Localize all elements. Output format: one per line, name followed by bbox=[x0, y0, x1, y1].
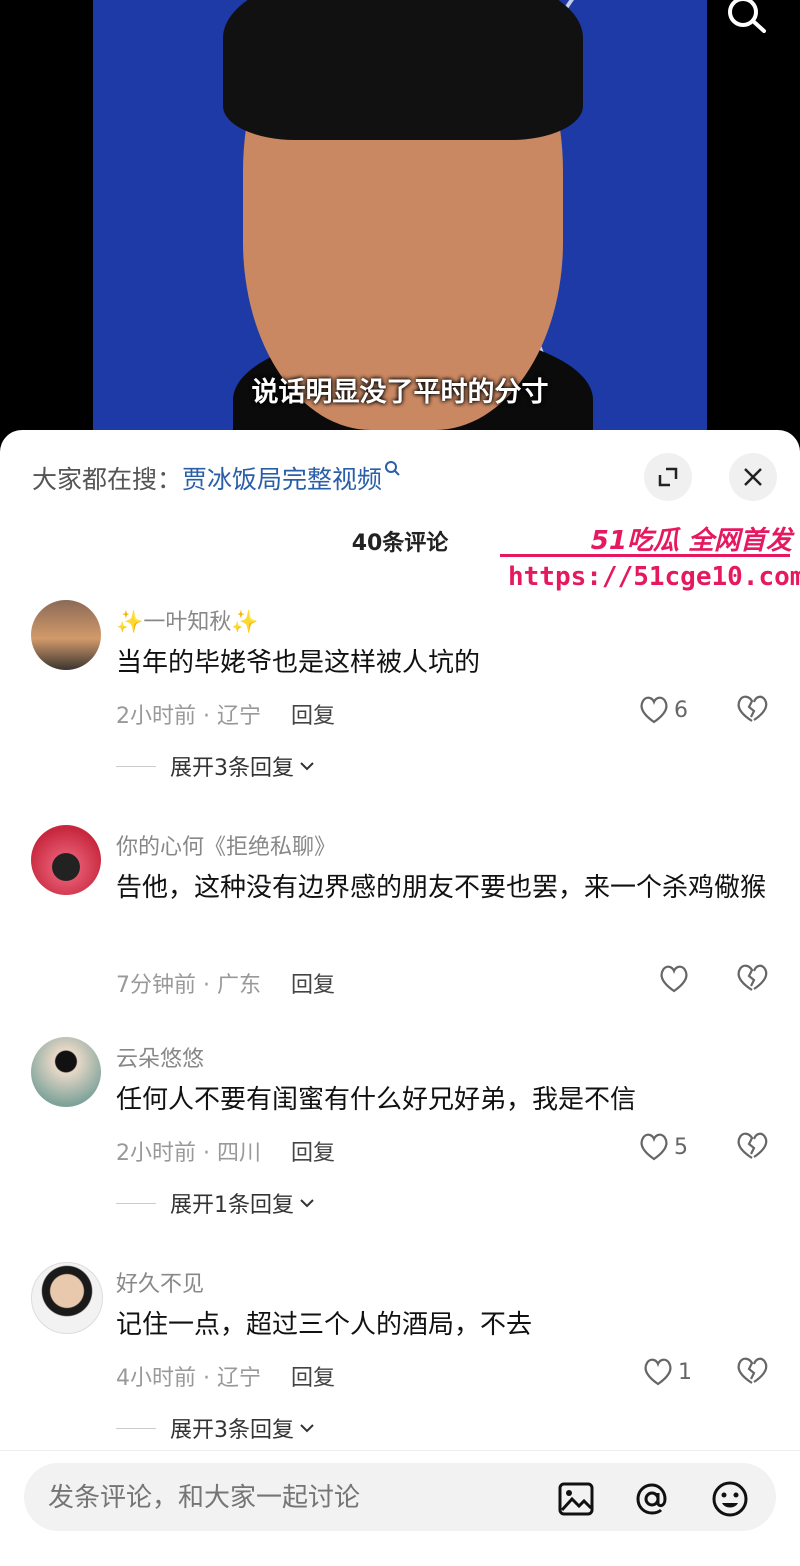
expand-replies-button[interactable]: 展开1条回复 bbox=[116, 1187, 316, 1219]
heart-icon bbox=[660, 965, 688, 993]
close-button[interactable] bbox=[729, 453, 777, 501]
search-small-icon bbox=[385, 461, 400, 476]
trending-search[interactable]: 大家都在搜：贾冰饭局完整视频 bbox=[32, 460, 402, 496]
comment-input[interactable] bbox=[46, 1463, 530, 1533]
trending-prefix: 大家都在搜： bbox=[32, 465, 183, 494]
reply-button[interactable]: 回复 bbox=[291, 1141, 335, 1166]
expand-replies-label: 展开1条回复 bbox=[170, 1193, 294, 1218]
comment-time-location: 4小时前 · 辽宁 bbox=[116, 1366, 261, 1391]
comment-meta: 2小时前 · 辽宁 回复 bbox=[116, 698, 335, 730]
expand-button[interactable] bbox=[644, 453, 692, 501]
trending-keyword[interactable]: 贾冰饭局完整视频 bbox=[182, 465, 382, 494]
comment-meta: 2小时前 · 四川 回复 bbox=[116, 1135, 335, 1167]
comment-text: 告他，这种没有边界感的朋友不要也罢，来一个杀鸡儆猴 bbox=[116, 873, 767, 903]
comment-text: 当年的毕姥爷也是这样被人坑的 bbox=[116, 648, 481, 678]
expand-replies-label: 展开3条回复 bbox=[170, 1418, 294, 1443]
avatar[interactable] bbox=[31, 1037, 101, 1107]
comment-meta: 4小时前 · 辽宁 回复 bbox=[116, 1360, 335, 1392]
reply-button[interactable]: 回复 bbox=[291, 1366, 335, 1391]
divider-dash bbox=[116, 765, 156, 767]
reply-button[interactable]: 回复 bbox=[291, 704, 335, 729]
comment-author[interactable]: 好久不见 bbox=[116, 1266, 204, 1298]
like-button[interactable]: 1 bbox=[642, 1357, 692, 1387]
video-player[interactable]: 说话明显没了平时的分寸 bbox=[0, 0, 800, 440]
comment-input-container bbox=[24, 1463, 776, 1533]
search-icon[interactable] bbox=[724, 0, 768, 34]
divider-dash bbox=[116, 1202, 156, 1204]
person-hair bbox=[223, 0, 583, 140]
avatar[interactable] bbox=[31, 600, 101, 670]
video-subtitle: 说话明显没了平时的分寸 bbox=[251, 377, 549, 408]
mention-icon[interactable] bbox=[632, 1479, 672, 1519]
comment-author[interactable]: ✨一叶知秋✨ bbox=[116, 604, 259, 636]
like-button[interactable]: 6 bbox=[638, 695, 688, 725]
avatar[interactable] bbox=[31, 1262, 103, 1334]
watermark: 51吃瓜 全网首发 https://51cge10.com bbox=[500, 520, 800, 610]
broken-heart-icon[interactable] bbox=[735, 1130, 769, 1162]
chevron-down-icon bbox=[300, 762, 314, 771]
heart-icon bbox=[640, 1133, 668, 1161]
like-count: 6 bbox=[674, 697, 688, 723]
like-button[interactable]: 5 bbox=[638, 1132, 688, 1162]
broken-heart-icon[interactable] bbox=[735, 1355, 769, 1387]
watermark-line bbox=[500, 554, 790, 557]
like-count: 1 bbox=[678, 1359, 692, 1385]
comment-time-location: 2小时前 · 辽宁 bbox=[116, 704, 261, 729]
comment-input-bar bbox=[0, 1450, 800, 1566]
heart-icon bbox=[644, 1358, 672, 1386]
expand-replies-label: 展开3条回复 bbox=[170, 756, 294, 781]
comment-text: 任何人不要有闺蜜有什么好兄好弟，我是不信 bbox=[116, 1085, 637, 1115]
broken-heart-icon[interactable] bbox=[735, 962, 769, 994]
comment-text: 记住一点，超过三个人的酒局，不去 bbox=[116, 1310, 533, 1340]
comment-author[interactable]: 云朵悠悠 bbox=[116, 1041, 204, 1073]
comment-time-location: 7分钟前 · 广东 bbox=[116, 973, 261, 998]
expand-replies-button[interactable]: 展开3条回复 bbox=[116, 750, 316, 782]
emoji-icon[interactable] bbox=[710, 1479, 750, 1519]
watermark-url: https://51cge10.com bbox=[508, 562, 800, 592]
broken-heart-icon[interactable] bbox=[735, 693, 769, 725]
chevron-down-icon bbox=[300, 1199, 314, 1208]
divider-dash bbox=[116, 1427, 156, 1429]
comment-panel: 大家都在搜：贾冰饭局完整视频 40条评论 51吃瓜 全网首发 https://5… bbox=[0, 430, 800, 1566]
expand-replies-button[interactable]: 展开3条回复 bbox=[116, 1412, 316, 1444]
avatar[interactable] bbox=[31, 825, 101, 895]
comment-author[interactable]: 你的心何《拒绝私聊》 bbox=[116, 829, 336, 861]
heart-icon bbox=[640, 696, 668, 724]
image-icon[interactable] bbox=[556, 1479, 596, 1519]
like-count: 5 bbox=[674, 1134, 688, 1160]
comment-time-location: 2小时前 · 四川 bbox=[116, 1141, 261, 1166]
like-button[interactable] bbox=[658, 964, 690, 994]
expand-icon bbox=[658, 467, 678, 487]
close-icon bbox=[744, 468, 762, 486]
comment-meta: 7分钟前 · 广东 回复 bbox=[116, 967, 335, 999]
chevron-down-icon bbox=[300, 1424, 314, 1433]
reply-button[interactable]: 回复 bbox=[291, 973, 335, 998]
watermark-title: 51吃瓜 全网首发 bbox=[590, 526, 792, 556]
